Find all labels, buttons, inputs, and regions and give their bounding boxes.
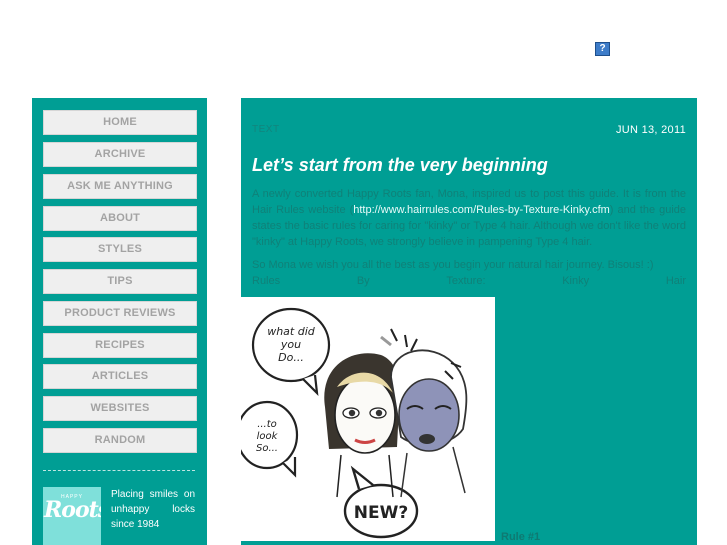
post-paragraph-1: A newly converted Happy Roots fan, Mona,… <box>252 188 687 248</box>
hairrules-link[interactable]: http://www.hairrules.com/Rules-by-Textur… <box>353 204 610 216</box>
bubble-3-text: NEW? <box>354 503 408 523</box>
nav-websites-button[interactable]: WEBSITES <box>43 396 197 421</box>
sidebar-divider <box>43 470 195 471</box>
post-date-link[interactable]: JUN 13, 2011 <box>616 124 686 136</box>
rule-label: Rule #1 <box>501 531 541 543</box>
nav-styles-button[interactable]: STYLES <box>43 237 197 262</box>
happy-roots-logo[interactable]: HAPPY Roots <box>43 487 101 545</box>
nav-random-button[interactable]: RANDOM <box>43 428 197 453</box>
two-women-illustration: what did you Do... ...to look So... NEW? <box>241 307 468 539</box>
post-type-label: TEXT <box>252 124 280 135</box>
nav-about-button[interactable]: ABOUT <box>43 206 197 231</box>
nav-archive-button[interactable]: ARCHIVE <box>43 142 197 167</box>
nav-tips-button[interactable]: TIPS <box>43 269 197 294</box>
bubble-2-text: ...to look So... <box>256 419 279 454</box>
rules-by-texture-line: Rules By Texture: Kinky Hair <box>252 275 686 287</box>
help-icon[interactable]: ? <box>595 42 610 56</box>
post-card: TEXT JUN 13, 2011 Let’s start from the v… <box>241 98 697 545</box>
nav-product-reviews-button[interactable]: PRODUCT REVIEWS <box>43 301 197 326</box>
post-paragraph-2: So Mona we wish you all the best as you … <box>252 259 654 271</box>
nav-recipes-button[interactable]: RECIPES <box>43 333 197 358</box>
nav-ask-me-anything-button[interactable]: ASK ME ANYTHING <box>43 174 197 199</box>
post-body: A newly converted Happy Roots fan, Mona,… <box>252 186 686 289</box>
post-illustration: what did you Do... ...to look So... NEW? <box>241 297 495 541</box>
tagline: Placing smiles on unhappy locks since 19… <box>111 489 195 530</box>
sidebar: HOME ARCHIVE ASK ME ANYTHING ABOUT STYLE… <box>32 98 207 545</box>
nav-home-button[interactable]: HOME <box>43 110 197 135</box>
logo-word: Roots <box>44 497 101 523</box>
nav-articles-button[interactable]: ARTICLES <box>43 364 197 389</box>
post-title: Let’s start from the very beginning <box>252 155 548 175</box>
